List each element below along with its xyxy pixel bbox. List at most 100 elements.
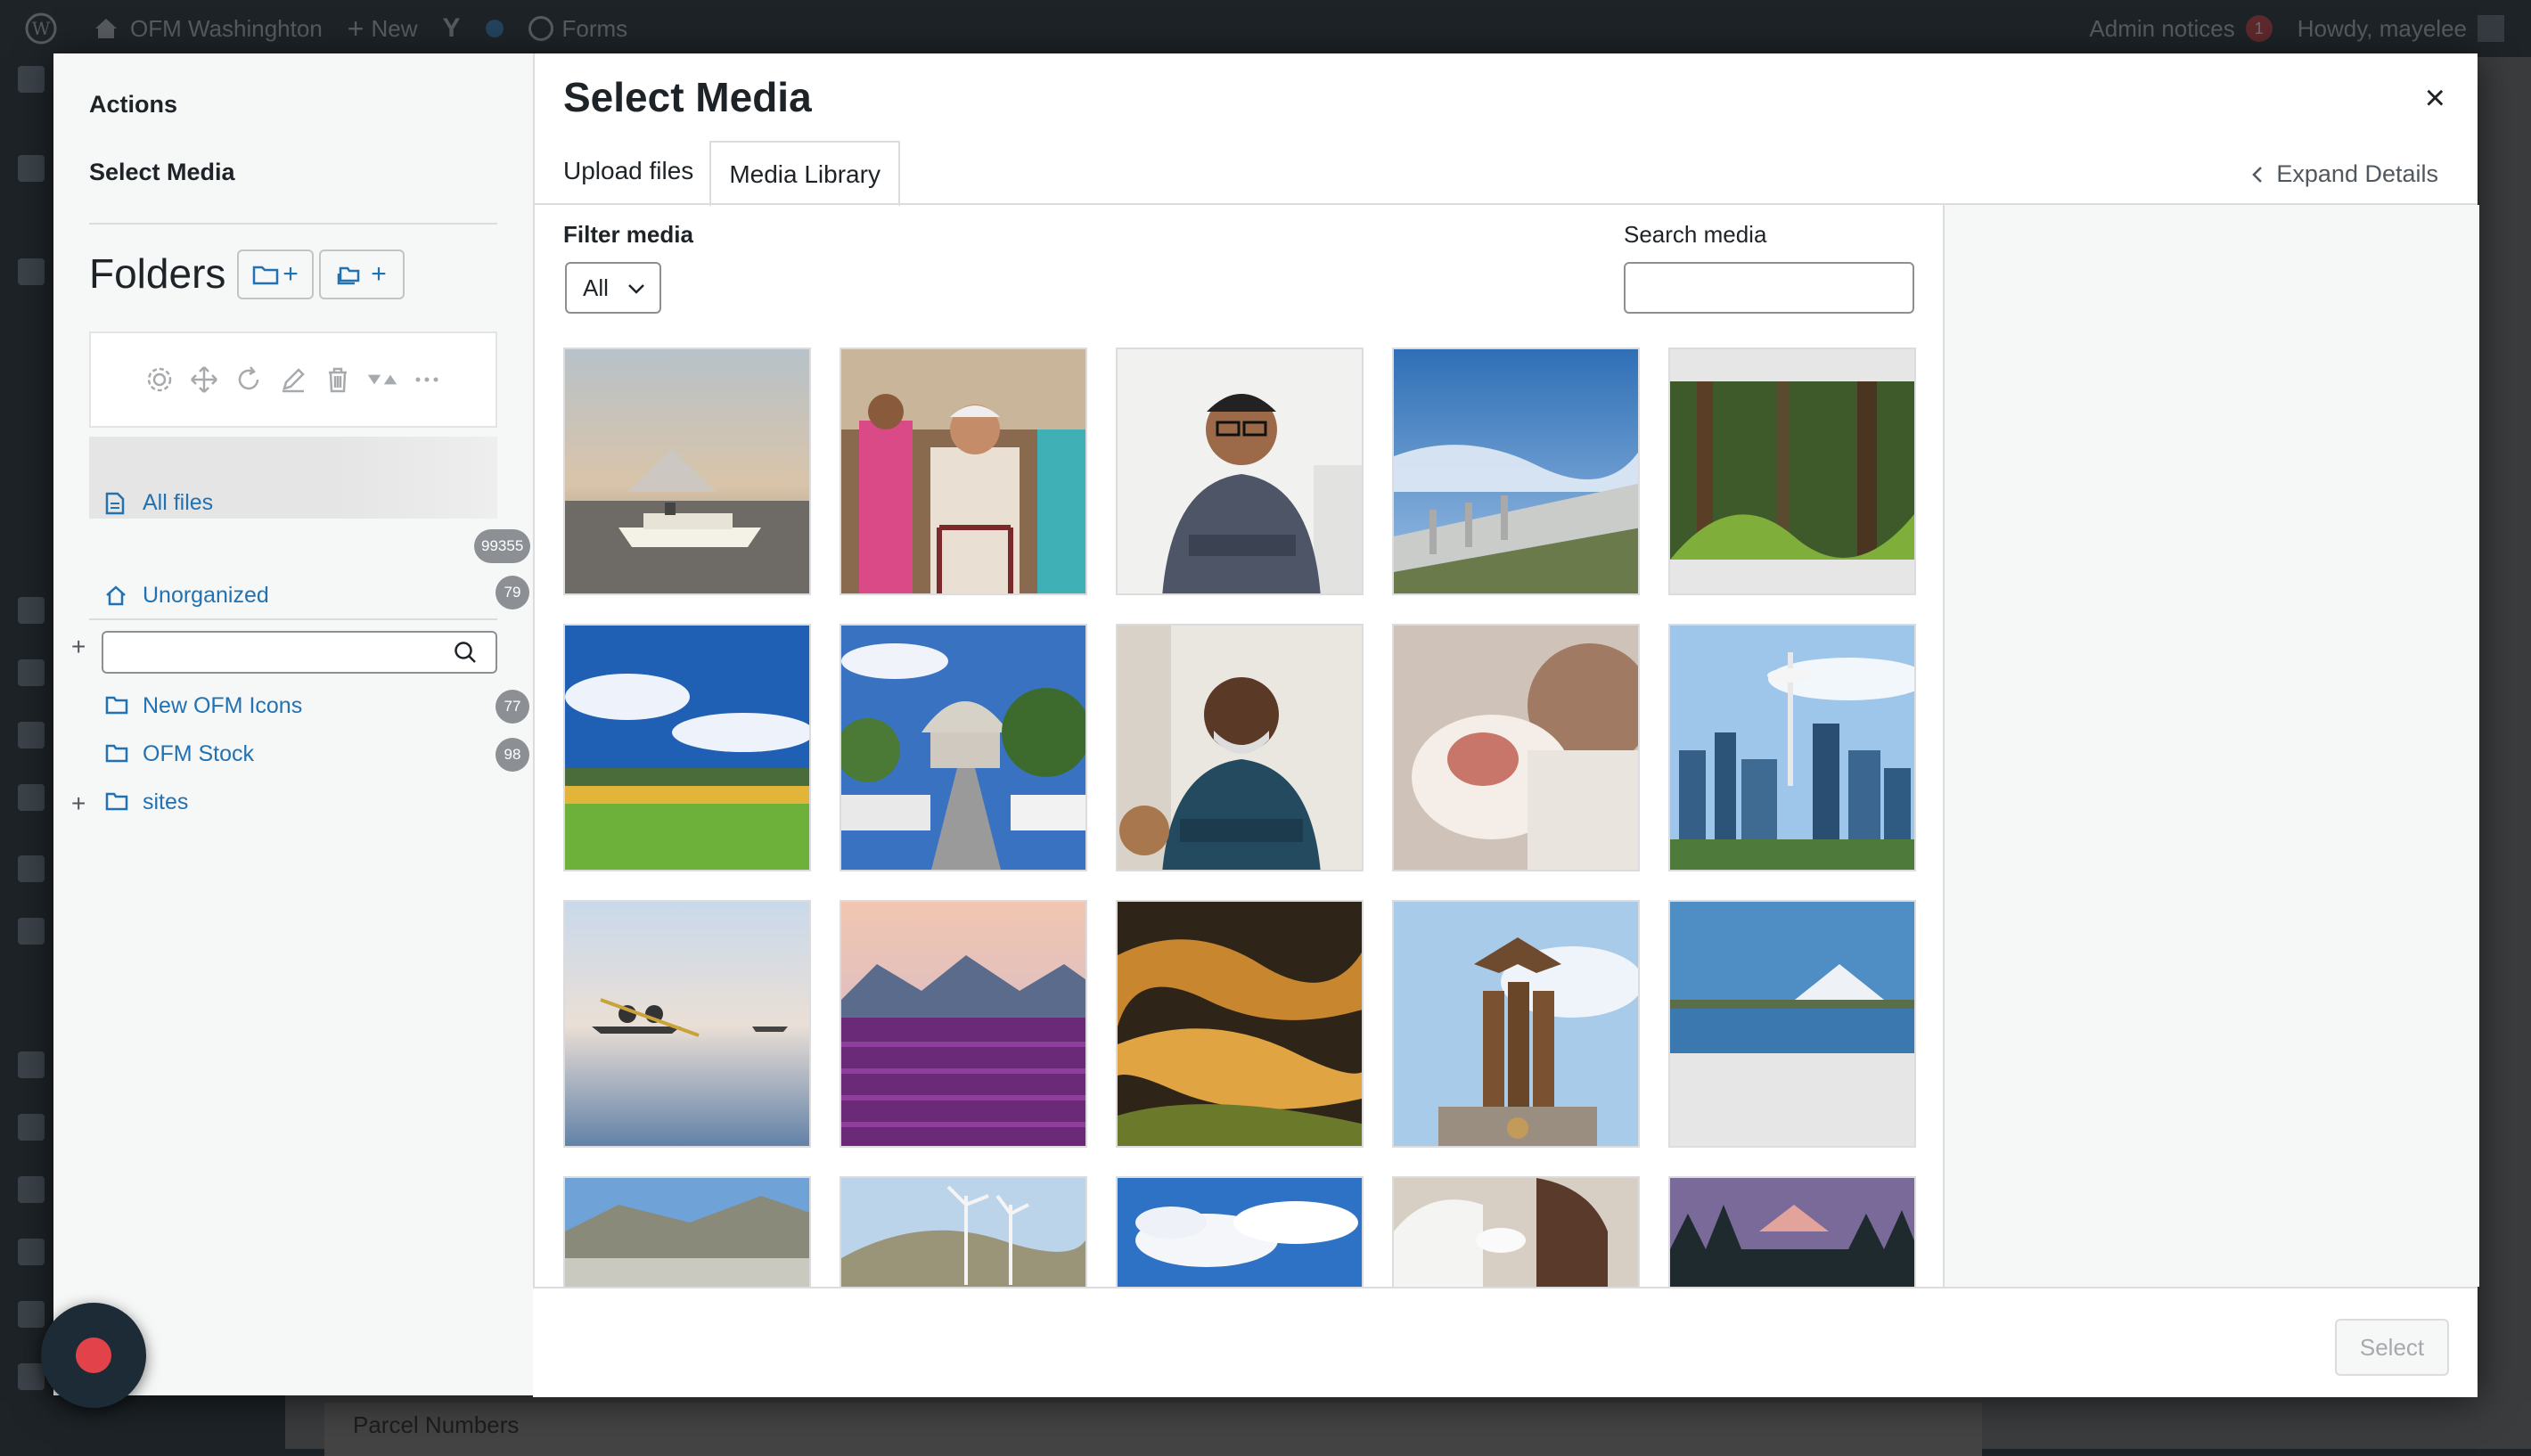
more-icon[interactable] bbox=[411, 364, 443, 396]
media-item[interactable] bbox=[1116, 624, 1364, 871]
trash-icon[interactable] bbox=[322, 364, 354, 396]
bearded-man-image bbox=[1118, 626, 1362, 870]
folder-search-input[interactable] bbox=[112, 633, 437, 670]
menu-icon[interactable] bbox=[18, 1051, 45, 1078]
menu-icon[interactable] bbox=[18, 722, 45, 748]
menu-icon[interactable] bbox=[18, 784, 45, 811]
media-item[interactable] bbox=[840, 624, 1087, 871]
menu-icon[interactable] bbox=[18, 1239, 45, 1265]
user-greeting[interactable]: Howdy, mayelee bbox=[2298, 15, 2504, 43]
new-category-button[interactable]: + bbox=[319, 249, 405, 299]
media-item[interactable] bbox=[1668, 348, 1916, 595]
edit-icon[interactable] bbox=[277, 364, 309, 396]
search-media-input[interactable] bbox=[1624, 262, 1914, 314]
media-item[interactable] bbox=[1392, 624, 1640, 871]
media-item[interactable] bbox=[840, 1176, 1087, 1287]
actions-heading: Actions bbox=[89, 91, 178, 118]
tree-item-folder-0[interactable]: New OFM Icons bbox=[89, 693, 497, 719]
all-files-label: All files bbox=[143, 490, 214, 515]
notices-label: Admin notices bbox=[2089, 14, 2235, 42]
admin-bar-site[interactable]: OFM Washinghton bbox=[93, 15, 323, 43]
admin-bar: W OFM Washinghton + New Y Forms Admin no… bbox=[0, 0, 2531, 57]
menu-icon[interactable] bbox=[18, 155, 45, 182]
chevron-left-icon bbox=[2252, 166, 2263, 183]
file-icon bbox=[105, 492, 128, 515]
media-item[interactable] bbox=[1392, 1176, 1640, 1287]
tab-media-library[interactable]: Media Library bbox=[709, 141, 900, 207]
dam-hills-image bbox=[565, 1178, 809, 1287]
home-icon bbox=[105, 585, 128, 608]
select-button[interactable]: Select bbox=[2335, 1319, 2449, 1376]
media-item[interactable] bbox=[840, 900, 1087, 1148]
folders-title: Folders bbox=[89, 250, 226, 297]
close-button[interactable]: × bbox=[2425, 80, 2445, 116]
menu-icon[interactable] bbox=[18, 918, 45, 945]
folder-count: 98 bbox=[496, 738, 529, 772]
media-item[interactable] bbox=[1392, 900, 1640, 1148]
folder-search bbox=[102, 631, 497, 674]
background-strip bbox=[324, 1403, 1982, 1456]
expand-plus-icon[interactable]: + bbox=[71, 633, 86, 661]
all-files-count: 99355 bbox=[474, 529, 531, 563]
folder-label: sites bbox=[143, 789, 189, 814]
smiling-man-image bbox=[1118, 349, 1362, 593]
menu-icon[interactable] bbox=[18, 1176, 45, 1203]
media-item[interactable] bbox=[840, 348, 1087, 595]
chevron-down-icon bbox=[628, 284, 644, 294]
select-media-menu-item[interactable]: Select Media bbox=[89, 159, 235, 186]
expand-details-button[interactable]: Expand Details bbox=[2249, 160, 2438, 188]
clouds-image bbox=[1118, 1178, 1362, 1287]
media-item[interactable] bbox=[563, 624, 811, 871]
tree-item-folder-1[interactable]: OFM Stock bbox=[89, 741, 497, 767]
menu-icon[interactable] bbox=[18, 855, 45, 882]
menu-icon[interactable] bbox=[18, 597, 45, 624]
new-folder-button[interactable]: + bbox=[237, 249, 314, 299]
tree-item-folder-2[interactable]: sites bbox=[89, 789, 497, 815]
folder-icon bbox=[105, 791, 128, 814]
notices-badge: 1 bbox=[2245, 15, 2273, 42]
menu-icon[interactable] bbox=[18, 1301, 45, 1328]
expand-plus-icon[interactable]: + bbox=[71, 789, 86, 818]
media-item[interactable] bbox=[563, 348, 811, 595]
admin-bar-new[interactable]: + New bbox=[348, 12, 418, 45]
site-name: OFM Washinghton bbox=[130, 14, 323, 42]
move-icon[interactable] bbox=[188, 364, 220, 396]
admin-bar-forms[interactable]: Forms bbox=[528, 15, 627, 43]
media-item[interactable] bbox=[1668, 900, 1916, 1148]
admin-notices[interactable]: Admin notices 1 bbox=[2089, 14, 2273, 43]
tree-item-all-files-label[interactable]: All files bbox=[89, 490, 497, 516]
details-pane bbox=[1943, 205, 2479, 1287]
sort-icon[interactable] bbox=[366, 364, 398, 396]
menu-icon[interactable] bbox=[18, 1363, 45, 1390]
newborn-image bbox=[1394, 626, 1638, 870]
menu-icon[interactable] bbox=[18, 659, 45, 686]
media-tabs: Upload files Media Library bbox=[563, 141, 900, 207]
search-media-label: Search media bbox=[1624, 221, 1767, 248]
tree-item-unorganized[interactable]: Unorganized bbox=[89, 583, 497, 609]
wp-logo-icon[interactable]: W bbox=[25, 12, 68, 45]
media-item[interactable] bbox=[1668, 624, 1916, 871]
tab-upload-files[interactable]: Upload files bbox=[563, 157, 693, 205]
media-item[interactable] bbox=[563, 900, 811, 1148]
background-strip-text: Parcel Numbers bbox=[353, 1411, 520, 1438]
yoast-icon[interactable]: Y bbox=[443, 13, 461, 44]
ferry-image bbox=[565, 349, 809, 593]
search-icon[interactable] bbox=[453, 640, 478, 669]
menu-icon[interactable] bbox=[18, 258, 45, 285]
tree-divider bbox=[89, 618, 497, 620]
rainier-waterfront-image bbox=[1670, 902, 1914, 1146]
menu-icon[interactable] bbox=[18, 1114, 45, 1141]
media-item[interactable] bbox=[1116, 900, 1364, 1148]
folder-label: New OFM Icons bbox=[143, 693, 303, 718]
media-item[interactable] bbox=[1116, 348, 1364, 595]
gear-icon[interactable] bbox=[143, 364, 176, 396]
menu-icon[interactable] bbox=[18, 66, 45, 93]
media-item[interactable] bbox=[1392, 348, 1640, 595]
refresh-icon[interactable] bbox=[233, 364, 265, 396]
filter-media-select[interactable]: All bbox=[565, 262, 661, 314]
media-item[interactable] bbox=[1116, 1176, 1364, 1287]
vineyard-image bbox=[565, 626, 809, 870]
media-item[interactable] bbox=[563, 1176, 811, 1287]
record-button[interactable] bbox=[41, 1303, 146, 1408]
media-item[interactable] bbox=[1668, 1176, 1916, 1287]
